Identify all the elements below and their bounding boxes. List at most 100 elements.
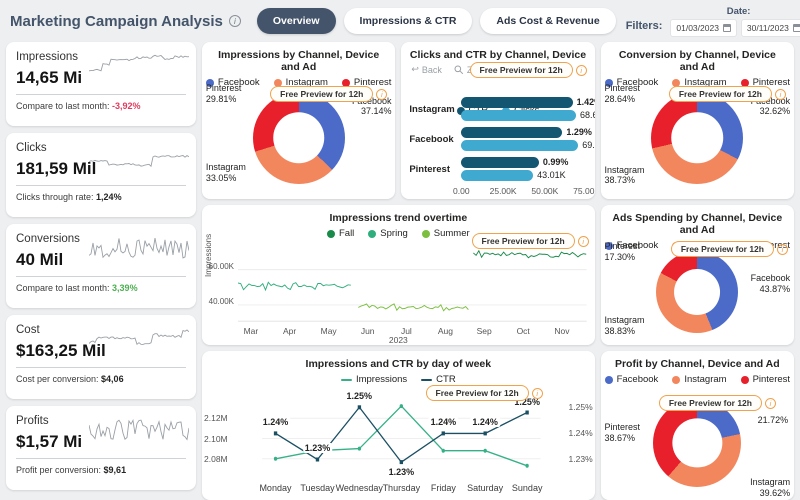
info-icon[interactable]: i bbox=[775, 89, 786, 100]
bar-value-label: 0.99% bbox=[543, 157, 569, 168]
day-label: Wednesday bbox=[336, 483, 383, 493]
info-icon[interactable]: i bbox=[777, 244, 788, 255]
facebook-legend-dot bbox=[605, 376, 613, 384]
x-axis: 0.0025.00K50.00K75.00K bbox=[461, 186, 586, 198]
panel-clicks-ctr: Clicks and CTR by Channel, Device and Ad… bbox=[401, 42, 594, 199]
donut-label-instagram: Instagram 38.73% bbox=[605, 165, 645, 187]
day-label: Tuesday bbox=[300, 483, 334, 493]
bar-value-label: 1.29% bbox=[566, 127, 592, 138]
date-from-value: 01/03/2023 bbox=[676, 23, 719, 33]
x-axis-year: 2023 bbox=[202, 335, 595, 345]
conversion-donut-chart[interactable] bbox=[651, 92, 743, 184]
filters-label: Filters: bbox=[626, 20, 663, 32]
panel-impressions-ctr-week: Impressions and CTR by day of week Impre… bbox=[202, 351, 595, 500]
ads-spending-donut-chart[interactable] bbox=[656, 251, 738, 333]
ctr-legend-marker bbox=[421, 379, 432, 381]
chart-title: Impressions trend overtime bbox=[210, 212, 587, 224]
x-tick: 75.00K bbox=[573, 186, 594, 196]
bar-category-label: Facebook bbox=[409, 134, 461, 145]
kpi-subtext: Clicks through rate: 1,24% bbox=[16, 192, 186, 202]
bar-value-label: 1.42% bbox=[577, 97, 595, 108]
free-preview-badge[interactable]: Free Preview for 12hi bbox=[470, 62, 587, 78]
page-title: Marketing Campaign Analysis bbox=[10, 13, 223, 30]
panel-profit-by-channel: Profit by Channel, Device and Ad Faceboo… bbox=[601, 351, 794, 500]
chart-title: Impressions and CTR by day of week bbox=[210, 358, 587, 370]
free-preview-badge[interactable]: Free Preview for 12hi bbox=[270, 86, 387, 102]
donut-label-pinterest: Pinterest 38.67% bbox=[605, 422, 641, 444]
series-legend: Impressions CTR bbox=[210, 374, 587, 385]
ctr-bar[interactable]: 1.29% bbox=[461, 127, 562, 138]
back-button[interactable]: ↩ Back bbox=[411, 64, 442, 75]
kpi-card-clicks: Clicks 181,59 Mil Clicks through rate: 1… bbox=[6, 133, 196, 217]
filters-bar: Filters: Date: 01/03/2023 30/11/2023 Cha… bbox=[626, 6, 800, 37]
panel-impressions-by-channel: Impressions by Channel, Device and Ad Fa… bbox=[202, 42, 395, 199]
donut-label-instagram: Instagram 33.05% bbox=[206, 162, 246, 184]
info-icon[interactable]: i bbox=[229, 15, 241, 27]
instagram-legend-dot bbox=[672, 376, 680, 384]
calendar-icon bbox=[723, 24, 731, 32]
clicks-bar[interactable]: 69.97K bbox=[461, 140, 578, 151]
ctr-data-label: 1.24% bbox=[261, 417, 291, 427]
free-preview-badge[interactable]: Free Preview for 12hi bbox=[426, 385, 543, 401]
bar-row-facebook: Facebook1.29% 69.97K bbox=[409, 124, 586, 154]
donut-label-pinterest: Pinterest 29.81% bbox=[206, 83, 242, 105]
panel-impressions-trend: Impressions trend overtime Fall Spring S… bbox=[202, 205, 595, 345]
info-icon[interactable]: i bbox=[576, 65, 587, 76]
free-preview-badge[interactable]: Free Preview for 12hi bbox=[671, 241, 788, 257]
day-label: Saturday bbox=[467, 483, 503, 493]
ctr-bar[interactable]: 0.99% bbox=[461, 157, 539, 168]
y-tick: 60.00K bbox=[204, 262, 234, 271]
date-to-input[interactable]: 30/11/2023 bbox=[741, 19, 800, 37]
clicks-bar[interactable]: 68.61K bbox=[461, 110, 576, 121]
date-filter-group: Date: 01/03/2023 30/11/2023 bbox=[670, 6, 800, 37]
info-icon[interactable]: i bbox=[765, 398, 776, 409]
kpi-subtext: Cost per conversion: $4,06 bbox=[16, 374, 186, 384]
sparkline bbox=[89, 233, 189, 263]
info-icon[interactable]: i bbox=[578, 236, 589, 247]
chart-title: Ads Spending by Channel, Device and Ad bbox=[609, 212, 786, 236]
calendar-icon bbox=[793, 24, 800, 32]
pinterest-legend-dot bbox=[741, 376, 749, 384]
impressions-donut-chart[interactable] bbox=[253, 92, 345, 184]
ctr-data-label: 1.25% bbox=[344, 391, 374, 401]
bar-category-label: Instagram bbox=[409, 104, 461, 115]
bar-value-label: 69.97K bbox=[582, 140, 594, 151]
kpi-sidebar: Impressions 14,65 Mi Compare to last mon… bbox=[6, 42, 196, 490]
tab-overview[interactable]: Overview bbox=[257, 8, 336, 34]
kpi-subtext: Compare to last month: -3,92% bbox=[16, 101, 186, 111]
ctr-bar[interactable]: 1.42% bbox=[461, 97, 572, 108]
donut-label-instagram: Instagram 39.62% bbox=[750, 477, 790, 499]
ctr-data-label: 1.24% bbox=[470, 417, 500, 427]
panel-ads-spending: Ads Spending by Channel, Device and Ad F… bbox=[601, 205, 794, 345]
sparkline bbox=[89, 142, 189, 172]
chart-title: Profit by Channel, Device and Ad bbox=[609, 358, 786, 370]
info-icon[interactable]: i bbox=[532, 388, 543, 399]
tab-impressions-ctr[interactable]: Impressions & CTR bbox=[344, 8, 473, 34]
free-preview-badge[interactable]: Free Preview for 12hi bbox=[669, 86, 786, 102]
day-label: Monday bbox=[259, 483, 291, 493]
free-preview-badge[interactable]: Free Preview for 12hi bbox=[659, 395, 776, 411]
panel-conversion-by-channel: Conversion by Channel, Device and Ad Fac… bbox=[601, 42, 794, 199]
sparkline bbox=[89, 51, 189, 81]
bar-chart[interactable]: Instagram1.42% 68.61K Facebook1.29% 69.97K P… bbox=[409, 94, 586, 195]
info-icon[interactable]: i bbox=[376, 89, 387, 100]
ctr-data-label: 1.23% bbox=[387, 467, 417, 477]
date-from-input[interactable]: 01/03/2023 bbox=[670, 19, 737, 37]
channel-legend: Facebook Instagram Pinterest bbox=[609, 374, 786, 385]
trend-line-chart[interactable] bbox=[238, 241, 587, 325]
clicks-bar[interactable]: 43.01K bbox=[461, 170, 533, 181]
chart-title: Conversion by Channel, Device and Ad bbox=[609, 49, 786, 73]
tab-ads-cost-revenue[interactable]: Ads Cost & Revenue bbox=[480, 8, 615, 34]
bar-value-label: 43.01K bbox=[537, 170, 566, 181]
right-axis-tick: 1.23% bbox=[569, 454, 593, 464]
profit-donut-chart[interactable] bbox=[653, 399, 741, 487]
x-tick: 50.00K bbox=[531, 186, 558, 196]
x-tick: 25.00K bbox=[490, 186, 517, 196]
day-label: Friday bbox=[431, 483, 456, 493]
free-preview-badge[interactable]: Free Preview for 12hi bbox=[472, 233, 589, 249]
day-label: Thursday bbox=[383, 483, 421, 493]
bar-value-label: 68.61K bbox=[580, 110, 595, 121]
left-axis-tick: 2.12M bbox=[204, 413, 228, 423]
donut-label-instagram: Instagram 38.83% bbox=[605, 315, 645, 337]
bar-category-label: Pinterest bbox=[409, 164, 461, 175]
